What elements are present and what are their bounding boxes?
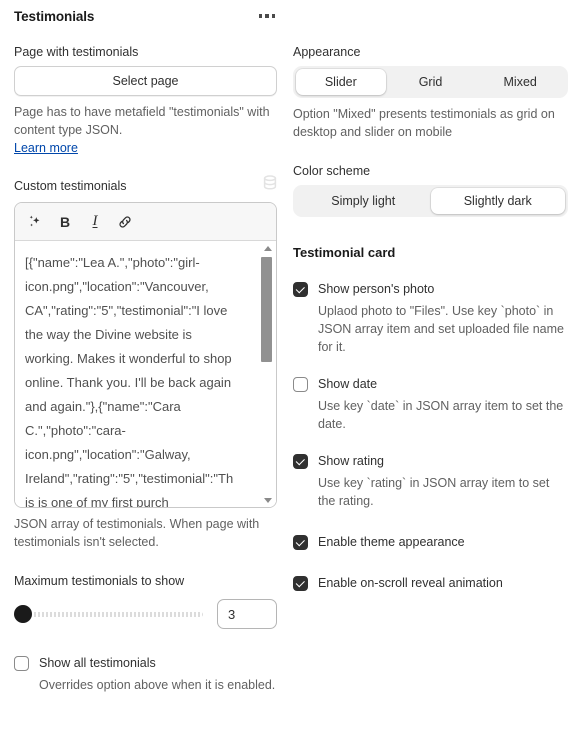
testimonial-card-section-title: Testimonial card <box>293 245 396 260</box>
appearance-option-grid[interactable]: Grid <box>386 69 476 95</box>
show-rating-description: Use key `rating` in JSON array item to s… <box>318 476 550 508</box>
left-column: Page with testimonials Select page Page … <box>0 44 291 694</box>
select-page-button[interactable]: Select page <box>14 66 277 96</box>
scroll-up-arrow-icon[interactable] <box>259 241 276 255</box>
color-scheme-option-slightly-dark[interactable]: Slightly dark <box>430 188 565 214</box>
slider-thumb[interactable] <box>14 605 32 623</box>
maximum-testimonials-label: Maximum testimonials to show <box>14 574 185 588</box>
enable-theme-appearance-group: Enable theme appearance <box>293 534 568 551</box>
show-date-label: Show date <box>318 377 378 391</box>
right-column: Appearance Slider Grid Mixed Option "Mix… <box>291 44 582 592</box>
custom-testimonials-editor: B I [{"name":"Lea A.","photo":"girl-icon… <box>14 202 277 508</box>
database-icon <box>263 175 277 196</box>
testimonials-json-textarea[interactable]: [{"name":"Lea A.","photo":"girl-icon.png… <box>15 241 243 507</box>
editor-scrollbar[interactable] <box>259 241 276 507</box>
show-all-testimonials-checkbox-row[interactable]: Show all testimonials <box>14 655 277 672</box>
show-date-checkbox[interactable] <box>293 377 308 392</box>
appearance-help-text: Option "Mixed" presents testimonials as … <box>293 107 555 139</box>
show-photo-group: Show person's photo Uplaod photo to "Fil… <box>293 281 568 356</box>
learn-more-link[interactable]: Learn more <box>14 139 78 157</box>
link-icon[interactable] <box>111 208 139 236</box>
enable-theme-appearance-checkbox[interactable] <box>293 535 308 550</box>
show-date-group: Show date Use key `date` in JSON array i… <box>293 376 568 433</box>
show-rating-checkbox-row[interactable]: Show rating <box>293 453 568 470</box>
show-all-testimonials-checkbox[interactable] <box>14 656 29 671</box>
show-photo-checkbox-row[interactable]: Show person's photo <box>293 281 568 298</box>
page-title: Testimonials <box>14 8 95 24</box>
appearance-option-slider[interactable]: Slider <box>296 69 386 95</box>
appearance-option-mixed[interactable]: Mixed <box>475 69 565 95</box>
enable-theme-appearance-checkbox-row[interactable]: Enable theme appearance <box>293 534 568 551</box>
textarea-help-text: JSON array of testimonials. When page wi… <box>14 517 260 549</box>
italic-button[interactable]: I <box>81 208 109 236</box>
show-date-description: Use key `date` in JSON array item to set… <box>318 399 564 431</box>
enable-onscroll-reveal-checkbox[interactable] <box>293 576 308 591</box>
page-help-text: Page has to have metafield "testimonials… <box>14 105 270 137</box>
enable-onscroll-reveal-label: Enable on-scroll reveal animation <box>318 576 503 590</box>
panel-header: Testimonials <box>0 0 291 32</box>
sparkle-magic-icon[interactable] <box>21 208 49 236</box>
maximum-testimonials-slider[interactable] <box>14 603 203 625</box>
editor-toolbar: B I <box>15 203 276 241</box>
custom-testimonials-label-row: Custom testimonials <box>14 175 277 196</box>
color-scheme-label: Color scheme <box>293 164 371 178</box>
scrollbar-track[interactable] <box>259 255 276 493</box>
scrollbar-thumb[interactable] <box>261 257 272 362</box>
appearance-segmented-control: Slider Grid Mixed <box>293 66 568 98</box>
show-all-testimonials-label: Show all testimonials <box>39 656 156 670</box>
show-photo-label: Show person's photo <box>318 282 435 296</box>
color-scheme-option-simply-light[interactable]: Simply light <box>296 188 431 214</box>
testimonials-settings-panel: Testimonials Page with testimonials Sele… <box>0 0 582 753</box>
maximum-testimonials-input[interactable] <box>217 599 277 629</box>
kebab-dot <box>258 14 262 18</box>
show-rating-label: Show rating <box>318 454 385 468</box>
kebab-dot <box>271 14 275 18</box>
editor-body[interactable]: [{"name":"Lea A.","photo":"girl-icon.png… <box>15 241 276 507</box>
show-all-testimonials-group: Show all testimonials Overrides option a… <box>14 655 277 694</box>
kebab-dot <box>265 14 269 18</box>
appearance-label: Appearance <box>293 45 361 59</box>
bold-button[interactable]: B <box>51 208 79 236</box>
show-rating-checkbox[interactable] <box>293 454 308 469</box>
show-photo-checkbox[interactable] <box>293 282 308 297</box>
color-scheme-segmented-control: Simply light Slightly dark <box>293 185 568 217</box>
kebab-menu-icon[interactable] <box>257 10 278 22</box>
enable-theme-appearance-label: Enable theme appearance <box>318 535 465 549</box>
maximum-testimonials-row <box>14 599 277 629</box>
custom-testimonials-label: Custom testimonials <box>14 178 127 193</box>
enable-onscroll-reveal-group: Enable on-scroll reveal animation <box>293 575 568 592</box>
show-rating-group: Show rating Use key `rating` in JSON arr… <box>293 453 568 510</box>
show-all-testimonials-description: Overrides option above when it is enable… <box>39 678 276 692</box>
page-with-testimonials-label: Page with testimonials <box>14 45 139 59</box>
enable-onscroll-reveal-checkbox-row[interactable]: Enable on-scroll reveal animation <box>293 575 568 592</box>
show-date-checkbox-row[interactable]: Show date <box>293 376 568 393</box>
scroll-down-arrow-icon[interactable] <box>259 493 276 507</box>
slider-track <box>14 611 203 617</box>
show-photo-description: Uplaod photo to "Files". Use key `photo`… <box>318 304 564 354</box>
